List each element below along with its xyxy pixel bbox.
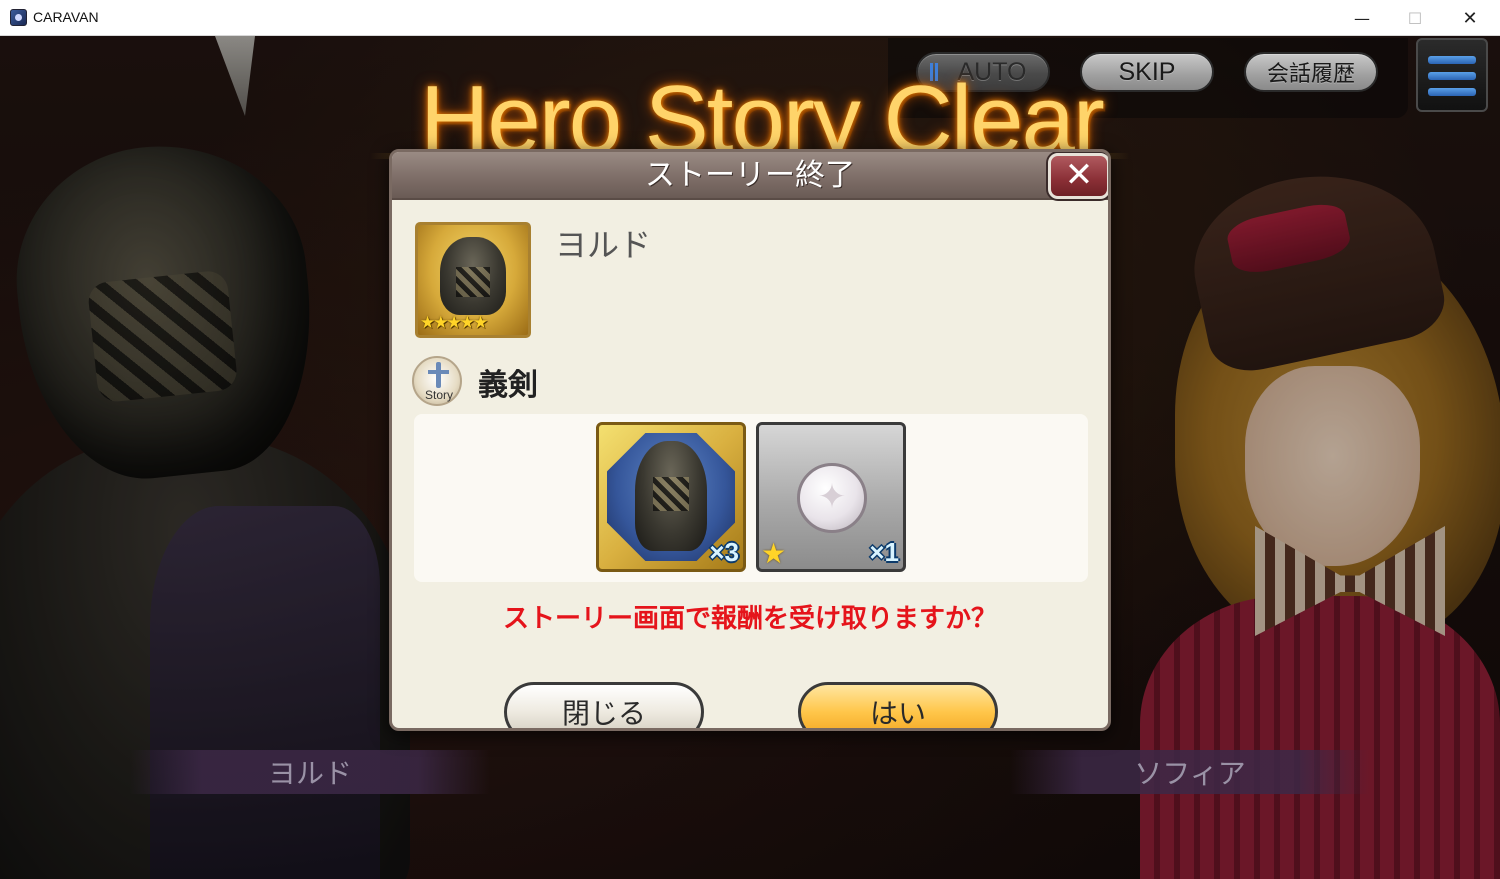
close-button[interactable]: 閉じる: [504, 682, 704, 728]
story-icon: Story: [412, 356, 462, 406]
window-title: CARAVAN: [33, 9, 99, 25]
star-icon: ★: [761, 537, 787, 570]
speaker-name-left: ヨルド: [130, 750, 490, 794]
hero-figure: [635, 441, 707, 551]
reward-coin[interactable]: ★ ×1: [756, 422, 906, 572]
menu-bar-icon: [1428, 56, 1476, 64]
sword-icon: [436, 362, 441, 388]
character-figure: [440, 237, 506, 315]
reward-hero-fragment[interactable]: ×3: [596, 422, 746, 572]
window-close-button[interactable]: ✕: [1447, 0, 1493, 36]
reward-quantity: ×1: [869, 537, 899, 567]
minimize-button[interactable]: —: [1339, 0, 1385, 36]
character-portrait: ★★★★★: [415, 222, 531, 338]
hamburger-menu-button[interactable]: [1416, 38, 1488, 112]
reward-quantity: ×3: [709, 537, 739, 567]
dialog-header: ストーリー終了 ✕: [392, 152, 1108, 200]
character-name: ヨルド: [555, 226, 652, 264]
speaker-name-right: ソフィア: [1010, 750, 1370, 794]
rarity-stars-icon: ★★★★★: [420, 313, 488, 333]
coin-icon: [797, 463, 867, 533]
maximize-button[interactable]: ☐: [1392, 0, 1438, 36]
rewards-panel: ×3 ★ ×1: [414, 414, 1088, 582]
dialog-title: ストーリー終了: [645, 158, 855, 193]
story-name: 義剣: [478, 368, 538, 403]
app-icon: [10, 9, 27, 26]
menu-bar-icon: [1428, 88, 1476, 96]
story-end-dialog: ストーリー終了 ✕ ★★★★★ ヨルド Story 義剣 ×3 ★ ×1 ストー…: [389, 149, 1111, 731]
sword-guard: [428, 370, 449, 374]
story-icon-label: Story: [424, 388, 453, 402]
yes-button[interactable]: はい: [798, 682, 998, 728]
dialog-close-icon[interactable]: ✕: [1048, 153, 1108, 199]
window-titlebar: CARAVAN — ☐ ✕: [0, 0, 1500, 36]
menu-bar-icon: [1428, 72, 1476, 80]
conversation-log-button[interactable]: 会話履歴: [1244, 52, 1378, 92]
receive-reward-prompt: ストーリー画面で報酬を受け取りますか？: [502, 604, 997, 634]
